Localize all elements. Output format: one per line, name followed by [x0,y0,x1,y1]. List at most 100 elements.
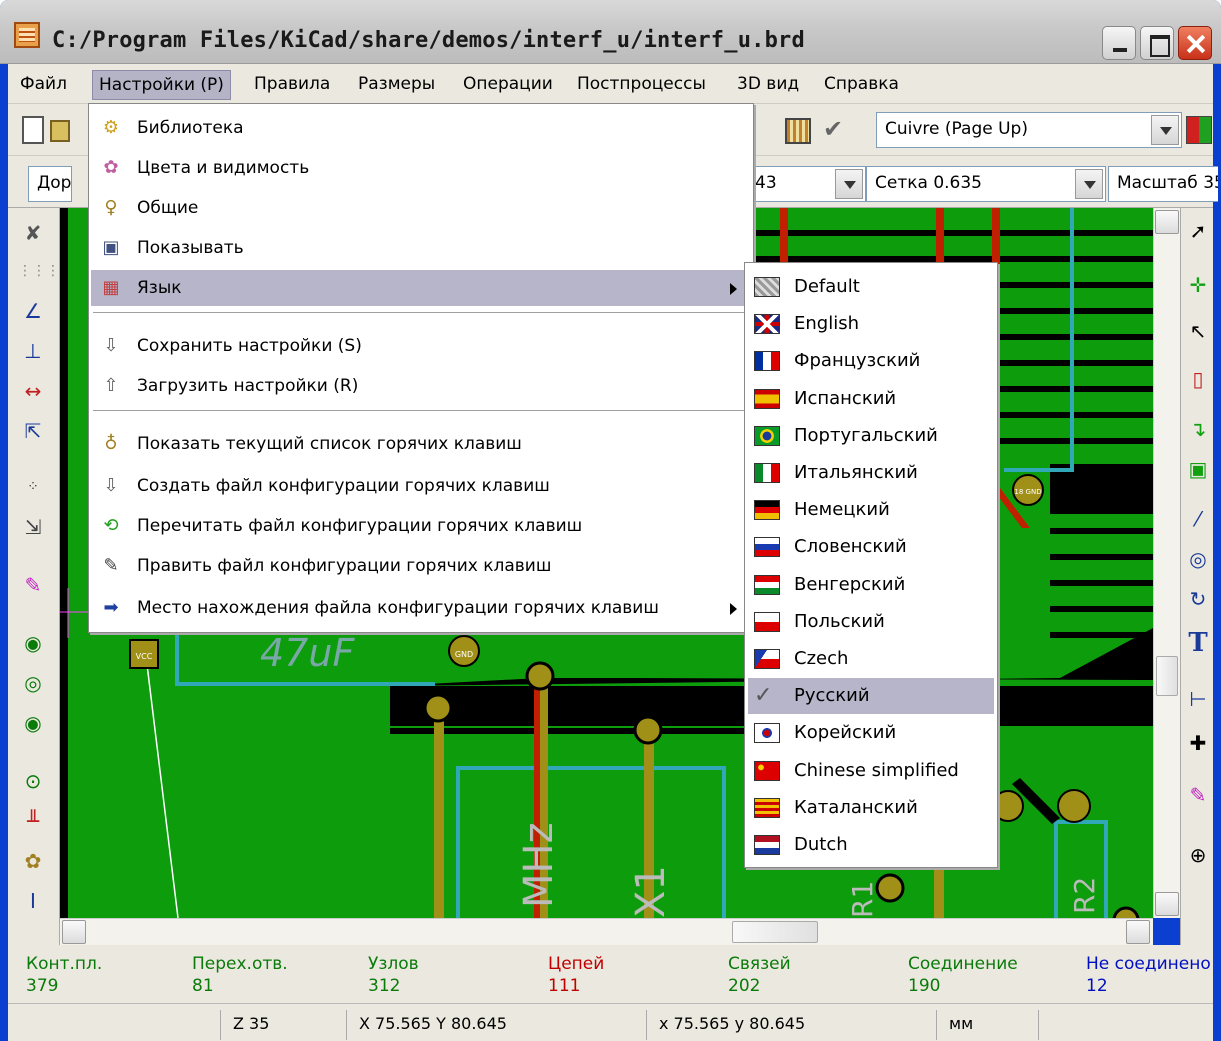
horizontal-scroll-thumb[interactable] [732,921,818,943]
scroll-left-button[interactable] [62,920,86,944]
polar-coords-icon[interactable]: ∠ [18,296,48,326]
delete-tool-icon[interactable]: ✎ [1185,780,1211,810]
layer-pair-icon[interactable] [1186,116,1212,144]
settings-menu-item[interactable]: ▦ Язык [91,270,751,306]
language-item-si[interactable]: Словенский [748,529,994,565]
save-settings-icon: ⇩ [103,335,119,356]
menu-rules[interactable]: Правила [248,70,336,100]
language-item-cz[interactable]: Czech [748,641,994,677]
menu-3d-view[interactable]: 3D вид [731,70,805,100]
auto-delete-track-icon[interactable]: ✎ [18,570,48,600]
language-item-es[interactable]: Испанский [748,381,994,417]
menu-settings[interactable]: Настройки (P) [92,70,231,100]
add-module-icon[interactable]: ▯ [1185,364,1211,394]
language-item-nl[interactable]: Dutch [748,827,994,863]
settings-menu-item[interactable]: ✎ Править файл конфигурации горячих клави… [91,548,751,584]
chevron-down-icon[interactable] [835,169,863,199]
highlight-net-icon[interactable]: ✛ [1185,270,1211,300]
add-text-icon[interactable]: T [1185,628,1211,658]
zone-disable-icon[interactable]: ◎ [18,668,48,698]
add-arc-icon[interactable]: ↻ [1185,584,1211,614]
language-item-kr[interactable]: Корейский [748,715,994,751]
scroll-down-button[interactable] [1155,892,1179,916]
pad-sketch-icon[interactable]: ⊙ [18,766,48,796]
language-item-de[interactable]: Немецкий [748,492,994,528]
maximize-button[interactable] [1140,26,1174,60]
settings-menu-item[interactable]: ♀ Общие [91,190,751,226]
language-item-label: Итальянский [794,462,918,483]
add-line-icon[interactable]: ⁄ [1185,504,1211,534]
settings-menu-item[interactable]: ➡ Место нахождения файла конфигурации гор… [91,590,751,626]
settings-menu-item[interactable]: ▣ Показывать [91,230,751,266]
language-item-uk[interactable]: English [748,306,994,342]
cursor-shape-icon[interactable]: ⇱ [18,416,48,446]
hotkey-list-icon: ♁ [104,433,118,454]
zone-outline-icon[interactable]: ◉ [18,708,48,738]
title-bar[interactable]: C:/Program Files/KiCad/share/demos/inter… [0,0,1221,64]
settings-menu-item[interactable]: ⇩ Сохранить настройки (S) [91,328,751,364]
zoom-select[interactable]: Масштаб 35 [1108,166,1218,202]
units-inch-icon[interactable]: ⊥ [18,336,48,366]
board-icon[interactable] [785,118,811,144]
settings-menu-item-label: Загрузить настройки (R) [137,376,359,396]
horizontal-scrollbar[interactable] [60,918,1153,945]
module-ratsnest-icon[interactable]: ⇲ [18,512,48,542]
units-mm-icon[interactable]: ↔ [18,376,48,406]
language-item-check[interactable]: ✓ Русский [748,678,994,715]
language-item-fr[interactable]: Французский [748,343,994,379]
settings-menu-item[interactable]: ♁ Показать текущий список горячих клавиш [91,426,751,462]
language-item-it[interactable]: Итальянский [748,455,994,491]
menu-help[interactable]: Справка [818,70,905,100]
drc-off-icon[interactable]: ✘ [18,218,48,248]
vertical-scroll-thumb[interactable] [1156,656,1178,696]
close-button[interactable] [1178,26,1212,60]
zone-show-icon[interactable]: ◉ [18,628,48,658]
settings-menu-item[interactable]: ⇧ Загрузить настройки (R) [91,368,751,404]
grid-select[interactable]: Сетка 0.635 [866,166,1106,202]
menu-dimensions[interactable]: Размеры [352,70,441,100]
add-target-icon[interactable]: ✚ [1185,728,1211,758]
settings-menu-item[interactable]: ✿ Цвета и видимость [91,150,751,186]
ratsnest-icon[interactable]: ⁘ [18,472,48,502]
set-offset-icon[interactable]: ⊕ [1185,840,1211,870]
settings-menu-item[interactable]: ⚙ Библиотека [91,110,751,146]
add-circle-icon[interactable]: ◎ [1185,544,1211,574]
track-width-select[interactable]: Доро [28,166,72,202]
add-zone-icon[interactable]: ▣ [1185,454,1211,484]
settings-menu-item[interactable]: ⟲ Перечитать файл конфигурации горячих кл… [91,508,751,544]
menu-file[interactable]: Файл [14,70,73,100]
chevron-down-icon[interactable] [1151,115,1179,145]
select-cursor-icon[interactable]: ➚ [1185,216,1211,246]
language-item-hu[interactable]: Венгерский [748,567,994,603]
scroll-up-button[interactable] [1155,210,1179,234]
high-contrast-icon[interactable]: ✿ [18,846,48,876]
settings-dropdown-menu: ⚙ Библиотека ✿ Цвета и видимость ♀ Общие ▣ Пока… [88,103,754,633]
menu-postprocess[interactable]: Постпроцессы [571,70,712,100]
flag-cz-icon [754,649,780,669]
local-ratsnest-icon[interactable]: ↖ [1185,316,1211,346]
settings-menu-item[interactable]: ⇩ Создать файл конфигурации горячих клави… [91,468,751,504]
via-size-select[interactable]: 43 [746,166,866,202]
layer-select[interactable]: Cuivre (Page Up) [876,112,1182,148]
track-sketch-icon[interactable]: ╨ [18,806,48,836]
language-item-pl[interactable]: Польский [748,604,994,640]
open-file-icon[interactable] [50,120,70,142]
new-file-icon[interactable] [22,116,44,144]
language-item-default[interactable]: Default [748,269,994,305]
chevron-down-icon[interactable] [1075,169,1103,199]
language-item-cn[interactable]: Chinese simplified [748,753,994,789]
grid-toggle-icon[interactable]: ⋮⋮⋮ [18,256,60,286]
vertical-scrollbar[interactable] [1153,208,1180,918]
language-item-label: Русский [794,685,870,707]
flag-kr-icon [754,723,780,744]
menu-operations[interactable]: Операции [457,70,559,100]
toolbar-toggle-icon[interactable]: Ⅰ [18,886,48,916]
scroll-right-button[interactable] [1126,920,1150,944]
drc-icon[interactable]: ✔ [823,116,849,142]
language-item-ca[interactable]: Каталанский [748,790,994,826]
language-item-br[interactable]: Португальский [748,418,994,454]
zoom-select-value: Масштаб 35 [1117,173,1218,193]
minimize-button[interactable] [1102,26,1136,60]
add-track-icon[interactable]: ↴ [1185,414,1211,444]
add-dimension-icon[interactable]: ⊢ [1185,684,1211,714]
